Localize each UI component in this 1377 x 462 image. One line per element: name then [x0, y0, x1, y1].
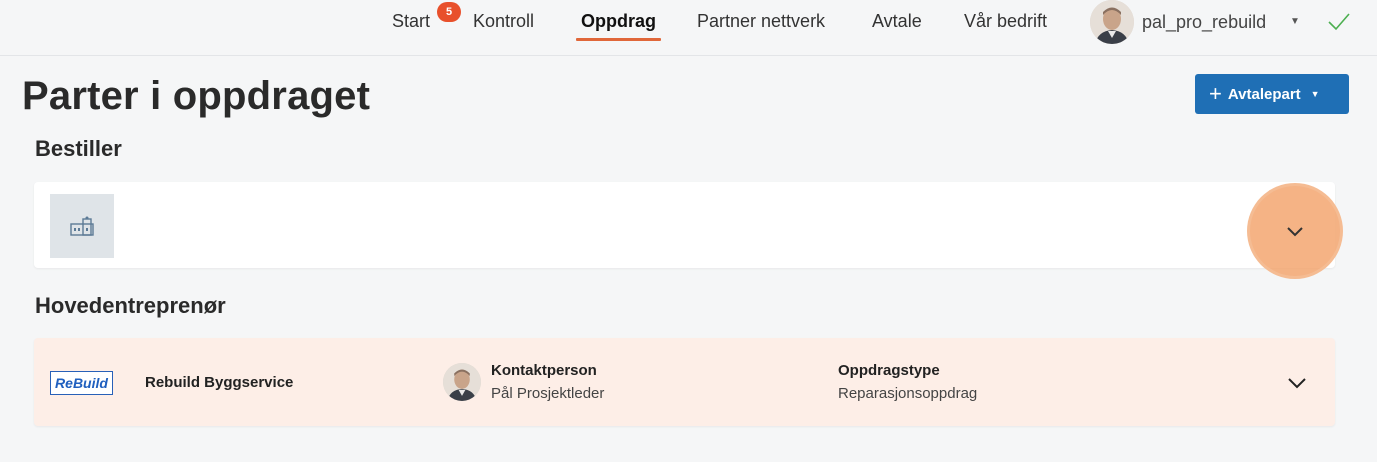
add-avtalepart-label: Avtalepart: [1227, 85, 1301, 103]
person-photo-icon: [1090, 0, 1134, 44]
company-logo-placeholder: [50, 194, 114, 258]
building-icon: [70, 216, 94, 236]
nav-item-kontroll[interactable]: Kontroll: [473, 10, 534, 32]
nav-item-start[interactable]: Start: [392, 10, 430, 32]
nav-item-var-bedrift[interactable]: Vår bedrift: [964, 10, 1047, 32]
company-logo: ReBuild: [50, 371, 113, 395]
expand-bestiller-button[interactable]: [1247, 183, 1343, 279]
page-title: Parter i oppdraget: [22, 74, 371, 118]
nav-item-partner-nettverk[interactable]: Partner nettverk: [697, 10, 825, 32]
user-name[interactable]: pal_pro_rebuild: [1142, 12, 1266, 33]
plus-icon: +: [1209, 81, 1222, 106]
section-heading-hovedentreprenor: Hovedentreprenør: [35, 293, 226, 318]
caret-down-icon: ▼: [1310, 89, 1320, 99]
notification-badge: 5: [437, 2, 461, 22]
nav-item-avtale[interactable]: Avtale: [872, 10, 922, 32]
nav-item-oppdrag[interactable]: Oppdrag: [581, 10, 656, 32]
person-photo-icon: [443, 363, 481, 401]
contact-person-label: Kontaktperson: [491, 362, 597, 379]
hovedentreprenor-card[interactable]: ReBuild Rebuild Byggservice Kontaktperso…: [34, 338, 1335, 426]
add-avtalepart-button[interactable]: + Avtalepart ▼: [1195, 74, 1349, 114]
assignment-type-value: Reparasjonsoppdrag: [838, 385, 978, 402]
company-name: Rebuild Byggservice: [145, 374, 294, 391]
chevron-down-icon[interactable]: [1284, 370, 1310, 396]
user-avatar[interactable]: [1090, 0, 1134, 44]
checkmark-icon[interactable]: [1326, 10, 1352, 32]
contact-avatar: [443, 363, 481, 401]
top-navigation: Start 5 Kontroll Oppdrag Partner nettver…: [0, 0, 1377, 56]
contact-person-value: Pål Prosjektleder: [491, 385, 605, 402]
active-tab-indicator: [576, 38, 661, 41]
caret-down-icon[interactable]: ▼: [1290, 16, 1300, 27]
section-heading-bestiller: Bestiller: [35, 136, 122, 161]
assignment-type-label: Oppdragstype: [838, 362, 940, 379]
bestiller-card[interactable]: [34, 182, 1335, 268]
chevron-down-icon: [1287, 227, 1303, 237]
